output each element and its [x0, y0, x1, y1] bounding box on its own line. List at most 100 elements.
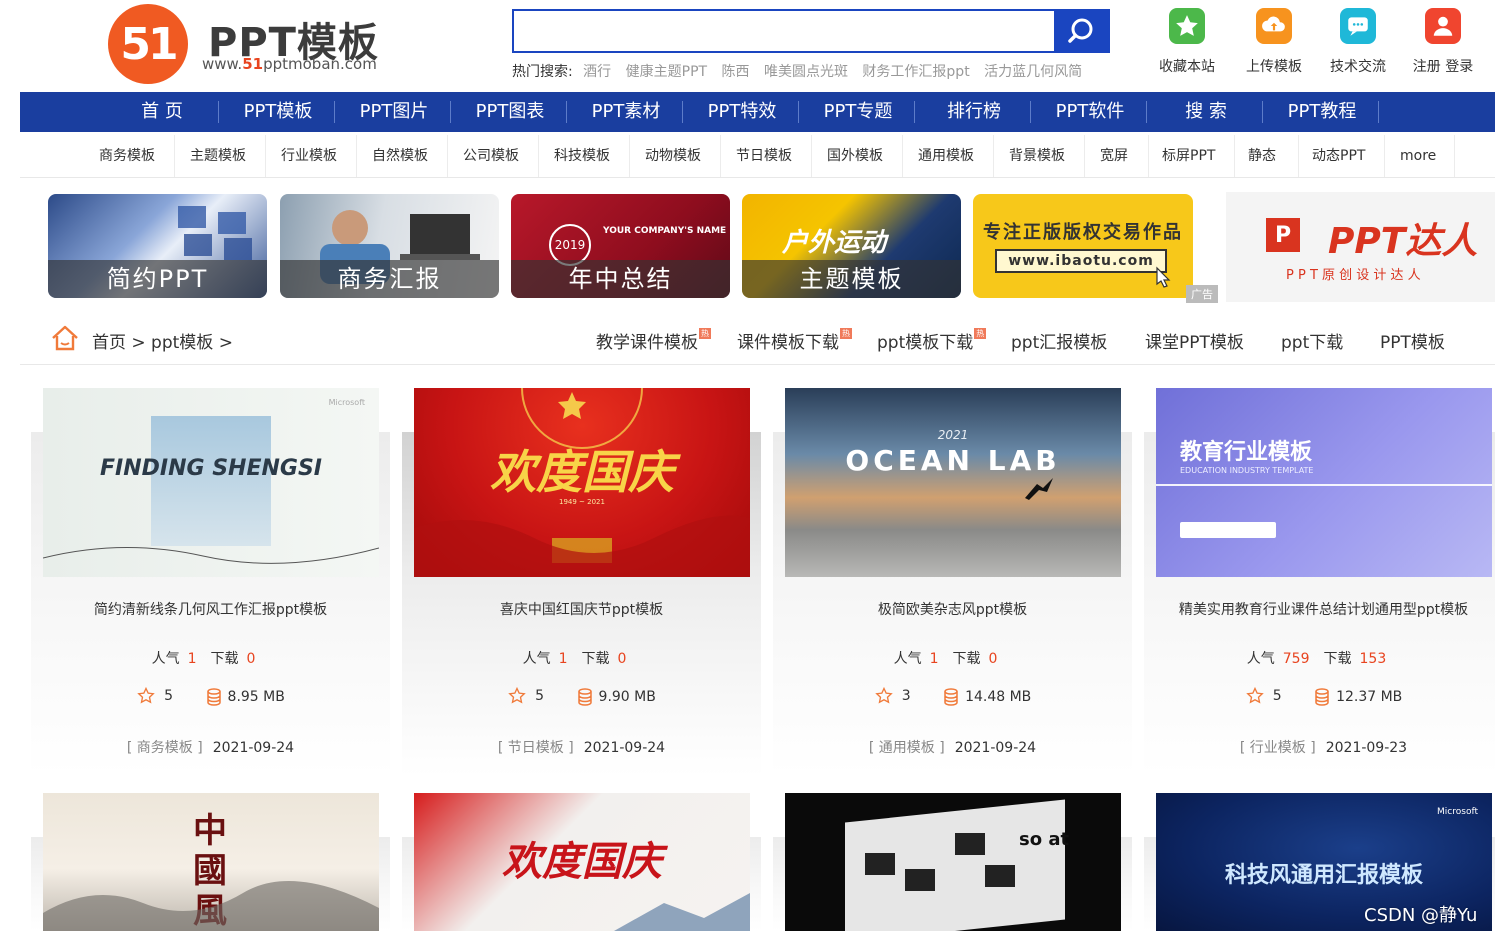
banner-pptdaren[interactable]: P PPT达人 P P T 原 创 设 计 达 人: [1226, 192, 1495, 302]
nav-ppt-templates[interactable]: PPT模板: [220, 92, 336, 132]
card-thumbnail[interactable]: 中國風: [43, 793, 379, 931]
category-link[interactable]: 静态: [1248, 135, 1276, 177]
card-title[interactable]: 极简欧美杂志风ppt模板: [773, 599, 1132, 619]
keyword-link[interactable]: 课件模板下载热: [737, 328, 852, 353]
category-nav: 商务模板 主题模板 行业模板 自然模板 公司模板 科技模板 动物模板 节日模板 …: [20, 135, 1495, 178]
card-title[interactable]: 喜庆中国红国庆节ppt模板: [402, 599, 761, 619]
category-link[interactable]: 通用模板: [918, 135, 974, 177]
card-stats: 人气 1 下载 0: [522, 651, 627, 667]
banner-theme-templates[interactable]: 户外运动 主题模板: [742, 194, 961, 298]
banner-ibaotu-ad[interactable]: 专注正版版权交易作品 www.ibaotu.com: [973, 194, 1193, 298]
card-title[interactable]: 简约清新线条几何风工作汇报ppt模板: [31, 599, 390, 619]
card-thumbnail[interactable]: 欢度国庆: [414, 793, 750, 931]
login-link[interactable]: 注册 登录: [1403, 8, 1483, 76]
logo-mark: 51: [108, 4, 188, 84]
card-date: 2021-09-24: [212, 740, 295, 756]
bird-icon: [1025, 478, 1053, 500]
card-thumbnail[interactable]: FINDING SHENGSI Microsoft: [43, 388, 379, 577]
search-input[interactable]: [514, 11, 1054, 51]
forum-link[interactable]: 技术交流: [1318, 8, 1398, 76]
thumb-title: 教育行业模板: [1180, 440, 1313, 465]
upload-link[interactable]: 上传模板: [1234, 8, 1314, 76]
card-category[interactable]: [ 通用模板 ]: [869, 740, 945, 756]
card-stats: 人气 1 下载 0: [893, 651, 998, 667]
card-thumbnail[interactable]: OCEAN LAB 2021: [785, 388, 1121, 577]
nav-ppt-images[interactable]: PPT图片: [336, 92, 452, 132]
hot-keyword[interactable]: 健康主题PPT: [626, 64, 707, 80]
hot-keyword[interactable]: 唯美圆点光斑: [764, 64, 848, 80]
template-card[interactable]: OCEAN LAB 2021 极简欧美杂志风ppt模板 人气 1 下载 0 3 14.…: [773, 388, 1132, 776]
card-rating: 5: [164, 688, 174, 704]
hot-keyword[interactable]: 财务工作汇报ppt: [862, 64, 969, 80]
site-logo[interactable]: 51 PPT模板 www.51pptmoban.com: [108, 2, 408, 86]
card-rating: 3: [901, 688, 911, 704]
category-more-link[interactable]: more: [1400, 135, 1436, 177]
card-category-date: [ 节日模板 ] 2021-09-24: [402, 737, 761, 757]
keyword-link[interactable]: PPT模板: [1380, 328, 1445, 353]
category-link[interactable]: 背景模板: [1009, 135, 1065, 177]
category-link[interactable]: 动态PPT: [1312, 135, 1365, 177]
template-card[interactable]: 欢度国庆 1949 ~ 2021 喜庆中国红国庆节ppt模板 人气 1 下载 0 5 …: [402, 388, 761, 776]
nav-rankings[interactable]: 排行榜: [916, 92, 1032, 132]
keyword-link[interactable]: ppt下载: [1281, 328, 1343, 353]
category-link[interactable]: 节日模板: [736, 135, 792, 177]
category-link[interactable]: 动物模板: [645, 135, 701, 177]
category-separator: [538, 135, 539, 177]
hot-keyword[interactable]: 酒行: [583, 64, 611, 80]
thumb-decoration: [43, 881, 379, 931]
star-outline-icon: [137, 686, 155, 704]
keyword-link[interactable]: ppt模板下载热: [877, 328, 987, 353]
star-outline-icon: [874, 686, 893, 704]
nav-separator: [1146, 101, 1147, 123]
keyword-link[interactable]: 教学课件模板热: [596, 328, 711, 353]
hot-keyword[interactable]: 活力蓝几何风简: [984, 64, 1082, 80]
breadcrumb[interactable]: 首页 > ppt模板 >: [92, 328, 233, 353]
search-button[interactable]: [1054, 11, 1108, 51]
nav-ppt-charts[interactable]: PPT图表: [452, 92, 568, 132]
nav-separator: [1262, 101, 1263, 123]
category-link[interactable]: 公司模板: [463, 135, 519, 177]
bookmark-link[interactable]: 收藏本站: [1147, 8, 1227, 76]
card-category[interactable]: [ 节日模板 ]: [498, 740, 574, 756]
star-icon: [1169, 8, 1205, 44]
category-link[interactable]: 自然模板: [372, 135, 428, 177]
template-card[interactable]: so at: [773, 793, 1132, 931]
category-separator: [1384, 135, 1385, 177]
category-link[interactable]: 行业模板: [281, 135, 337, 177]
nav-ppt-topics[interactable]: PPT专题: [800, 92, 916, 132]
nav-ppt-effects[interactable]: PPT特效: [684, 92, 800, 132]
card-thumbnail[interactable]: 欢度国庆 1949 ~ 2021: [414, 388, 750, 577]
thumb-divider: [1156, 484, 1492, 486]
keyword-link[interactable]: ppt汇报模板: [1011, 328, 1107, 353]
nav-ppt-materials[interactable]: PPT素材: [568, 92, 684, 132]
nav-ppt-tutorials[interactable]: PPT教程: [1264, 92, 1380, 132]
nav-search[interactable]: 搜 索: [1148, 92, 1264, 132]
banner-mid-year-summary[interactable]: 2019 YOUR COMPANY'S NAME 年中总结: [511, 194, 730, 298]
card-thumbnail[interactable]: 教育行业模板 EDUCATION INDUSTRY TEMPLATE: [1156, 388, 1492, 577]
nav-ppt-software[interactable]: PPT软件: [1032, 92, 1148, 132]
home-icon[interactable]: [50, 324, 80, 356]
category-link[interactable]: 主题模板: [190, 135, 246, 177]
keyword-link[interactable]: 课堂PPT模板: [1145, 328, 1244, 353]
database-icon: [577, 688, 592, 706]
category-link[interactable]: 宽屏: [1100, 135, 1128, 177]
nav-home[interactable]: 首 页: [104, 92, 220, 132]
card-category[interactable]: [ 行业模板 ]: [1240, 740, 1316, 756]
card-category[interactable]: [ 商务模板 ]: [127, 740, 203, 756]
template-card[interactable]: FINDING SHENGSI Microsoft 简约清新线条几何风工作汇报p…: [31, 388, 390, 776]
banner-business-report[interactable]: 商务汇报: [280, 194, 499, 298]
card-title[interactable]: 精美实用教育行业课件总结计划通用型ppt模板: [1144, 599, 1495, 619]
category-link[interactable]: 商务模板: [99, 135, 155, 177]
category-link[interactable]: 科技模板: [554, 135, 610, 177]
template-card[interactable]: 欢度国庆: [402, 793, 761, 931]
template-card[interactable]: 中國風: [31, 793, 390, 931]
upload-icon: [1256, 8, 1292, 44]
star-outline-icon: [508, 686, 526, 704]
category-link[interactable]: 国外模板: [827, 135, 883, 177]
category-link[interactable]: 标屏PPT: [1162, 135, 1215, 177]
template-card[interactable]: 教育行业模板 EDUCATION INDUSTRY TEMPLATE 精美实用教…: [1144, 388, 1495, 776]
hot-keyword[interactable]: 陈西: [722, 64, 750, 80]
hot-search-label: 热门搜索:: [512, 64, 573, 80]
banner-simple-ppt[interactable]: 简约PPT: [48, 194, 267, 298]
card-thumbnail[interactable]: so at: [785, 793, 1121, 931]
